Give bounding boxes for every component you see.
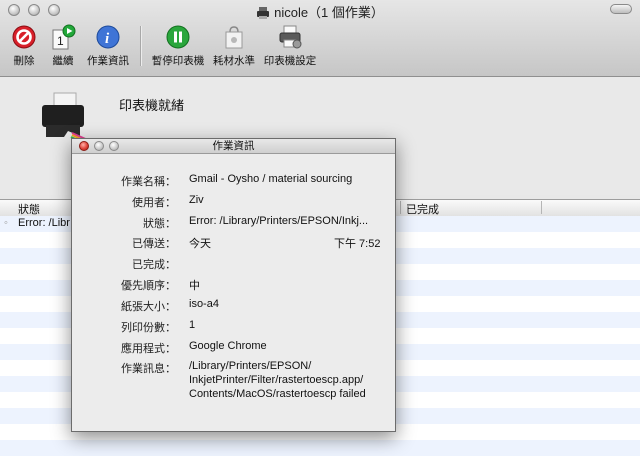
job-info-panel: 作業資訊 作業名稱： Gmail - Oysho / material sour…	[71, 138, 396, 432]
field-value-status: Error: /Library/Printers/EPSON/Inkj...	[189, 215, 369, 227]
column-header-completed[interactable]: 已完成	[406, 201, 439, 217]
column-header-status[interactable]: 狀態	[18, 201, 40, 217]
field-value-priority: 中	[189, 280, 200, 292]
field-label-completed: 已完成：	[132, 259, 176, 271]
field-label-job-name: 作業名稱：	[121, 176, 176, 188]
field-label-paper-size: 紙張大小：	[121, 301, 176, 313]
row-bullet-icon: ◦	[4, 217, 8, 229]
panel-title-bar: 作業資訊	[72, 139, 395, 154]
field-value-job-message-line: InkjetPrinter/Filter/rastertoescp.app/	[189, 374, 364, 386]
job-status-cell: Error: /Libr	[18, 217, 70, 229]
field-label-application: 應用程式：	[121, 343, 176, 355]
field-value-sent-date: 今天	[189, 238, 211, 250]
field-value-application: Google Chrome	[189, 340, 267, 352]
resume-button[interactable]: 1 繼續	[48, 24, 78, 72]
field-value-paper-size: iso-a4	[189, 298, 219, 310]
info-icon: i	[96, 25, 120, 49]
supply-levels-button[interactable]: 耗材水準	[212, 24, 256, 72]
print-queue-window: nicole（1 個作業） 刪除 1 繼續 i 作業資訊 暫停印表機 耗材水準 …	[0, 0, 640, 456]
field-label-priority: 優先順序：	[121, 280, 176, 292]
job-info-button[interactable]: i 作業資訊	[86, 24, 130, 72]
svg-text:1: 1	[57, 34, 64, 48]
column-divider	[400, 201, 401, 214]
printer-setup-button[interactable]: 印表機設定	[263, 24, 317, 72]
panel-title: 作業資訊	[212, 140, 255, 152]
delete-button[interactable]: 刪除	[8, 24, 40, 72]
field-value-copies: 1	[189, 319, 196, 331]
field-value-job-name: Gmail - Oysho / material sourcing	[189, 173, 353, 185]
field-value-job-message-line: /Library/Printers/EPSON/	[189, 360, 312, 372]
toolbar: nicole（1 個作業） 刪除 1 繼續 i 作業資訊 暫停印表機 耗材水準 …	[0, 0, 640, 77]
field-label-sent: 已傳送：	[132, 238, 176, 250]
field-label-user: 使用者：	[132, 197, 176, 209]
field-value-sent-time: 下午 7:52	[334, 238, 381, 250]
pause-printer-button[interactable]: 暫停印表機	[150, 24, 206, 72]
printer-status-text: 印表機就緒	[119, 98, 185, 113]
field-label-status: 狀態：	[143, 218, 176, 230]
printer-icon	[256, 7, 270, 22]
column-divider	[541, 201, 542, 214]
toolbar-separator	[140, 26, 142, 66]
field-value-job-message-line: Contents/MacOS/rastertoescp failed	[189, 388, 366, 400]
field-label-job-message: 作業訊息：	[121, 363, 176, 375]
resume-job-icon: 1	[52, 24, 76, 50]
delete-icon	[12, 25, 36, 49]
field-label-copies: 列印份數：	[121, 322, 176, 334]
pause-icon	[166, 25, 190, 49]
toolbar-toggle-button[interactable]	[610, 4, 632, 14]
supply-bag-icon	[225, 26, 243, 49]
window-title: nicole（1 個作業）	[0, 2, 640, 22]
printer-settings-icon	[279, 25, 302, 49]
field-value-user: Ziv	[189, 194, 204, 206]
